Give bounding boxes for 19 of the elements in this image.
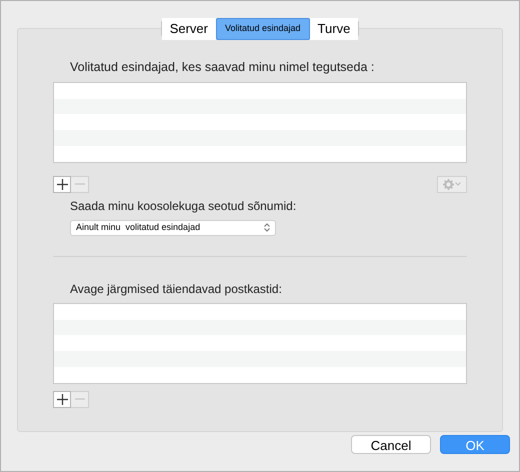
minus-icon	[74, 398, 84, 400]
plus-icon	[56, 394, 68, 405]
list-box[interactable]	[53, 302, 467, 384]
tab[interactable]: Volitatud esindajad	[216, 18, 310, 40]
add-button[interactable]	[53, 390, 71, 408]
updown-icon	[264, 223, 270, 232]
gear-icon	[443, 178, 454, 190]
add-button[interactable]	[53, 176, 71, 193]
tab[interactable]: Turve	[310, 18, 358, 40]
caret-icon	[455, 182, 461, 186]
dialog-button[interactable]: Cancel	[351, 435, 431, 454]
field-label: Avage järgmised täiendavad postkastid:	[70, 282, 282, 296]
plus-icon	[56, 178, 68, 190]
dropdown[interactable]: Ainult minu volitatud esindajad	[70, 220, 276, 236]
minus-icon	[74, 183, 84, 186]
field-label: Volitatud esindajad, kes saavad minu nimel tegutseda :	[70, 60, 374, 74]
tab[interactable]: Server	[162, 18, 216, 40]
list-box[interactable]	[53, 82, 467, 163]
field-label: Saada minu koosolekuga seotud sõnumid:	[70, 198, 296, 213]
